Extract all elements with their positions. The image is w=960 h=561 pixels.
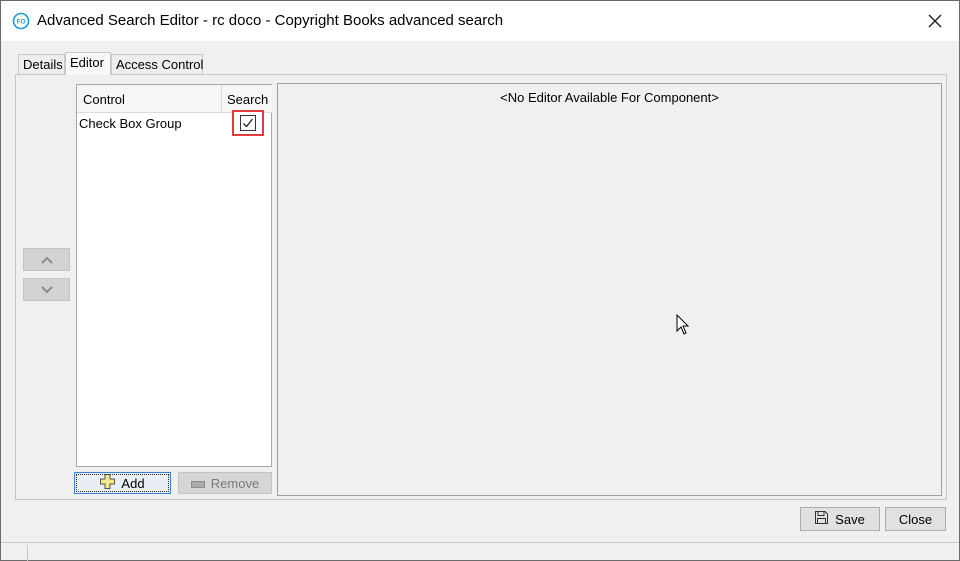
minus-icon bbox=[190, 476, 205, 491]
floppy-disk-icon bbox=[815, 511, 829, 527]
tab-details[interactable]: Details bbox=[18, 54, 65, 75]
remove-button-label: Remove bbox=[210, 475, 260, 491]
close-button[interactable]: Close bbox=[885, 507, 946, 531]
editor-panel: <No Editor Available For Component> bbox=[277, 83, 942, 496]
status-divider bbox=[27, 545, 28, 561]
chevron-down-icon bbox=[40, 282, 53, 297]
control-cell: Check Box Group bbox=[79, 116, 182, 131]
editor-tab-panel: Control Search Check Box Group Add Remov… bbox=[15, 74, 947, 500]
close-icon[interactable] bbox=[921, 7, 949, 35]
add-button[interactable]: Add bbox=[74, 472, 171, 494]
checkbox-highlight bbox=[232, 110, 264, 136]
tab-editor-label: Editor bbox=[70, 55, 104, 70]
tab-access-control[interactable]: Access Control bbox=[111, 54, 203, 75]
tab-editor[interactable]: Editor bbox=[65, 52, 111, 75]
close-button-label: Close bbox=[898, 511, 933, 527]
chevron-up-icon bbox=[40, 252, 53, 267]
search-checkbox[interactable] bbox=[240, 115, 256, 131]
status-bar bbox=[1, 542, 959, 561]
tab-details-label: Details bbox=[23, 57, 63, 72]
move-down-button[interactable] bbox=[23, 278, 70, 301]
dialog-window: FO Advanced Search Editor - rc doco - Co… bbox=[0, 0, 960, 561]
add-button-label: Add bbox=[121, 475, 145, 491]
column-header-control[interactable]: Control bbox=[77, 85, 222, 113]
no-editor-message: <No Editor Available For Component> bbox=[500, 90, 719, 105]
svg-text:FO: FO bbox=[16, 19, 25, 26]
save-button[interactable]: Save bbox=[800, 507, 880, 531]
mouse-cursor-icon bbox=[676, 313, 690, 336]
table-row[interactable]: Check Box Group bbox=[77, 110, 271, 136]
tab-access-control-label: Access Control bbox=[116, 57, 204, 72]
plus-icon bbox=[100, 474, 116, 492]
remove-button[interactable]: Remove bbox=[178, 472, 272, 494]
move-up-button[interactable] bbox=[23, 248, 70, 271]
save-button-label: Save bbox=[835, 511, 865, 527]
column-header-search[interactable]: Search bbox=[222, 85, 272, 113]
controls-table: Control Search Check Box Group bbox=[76, 84, 272, 467]
title-bar: FO Advanced Search Editor - rc doco - Co… bbox=[1, 1, 959, 41]
window-title: Advanced Search Editor - rc doco - Copyr… bbox=[37, 12, 504, 29]
fo-logo-icon: FO bbox=[12, 12, 30, 30]
